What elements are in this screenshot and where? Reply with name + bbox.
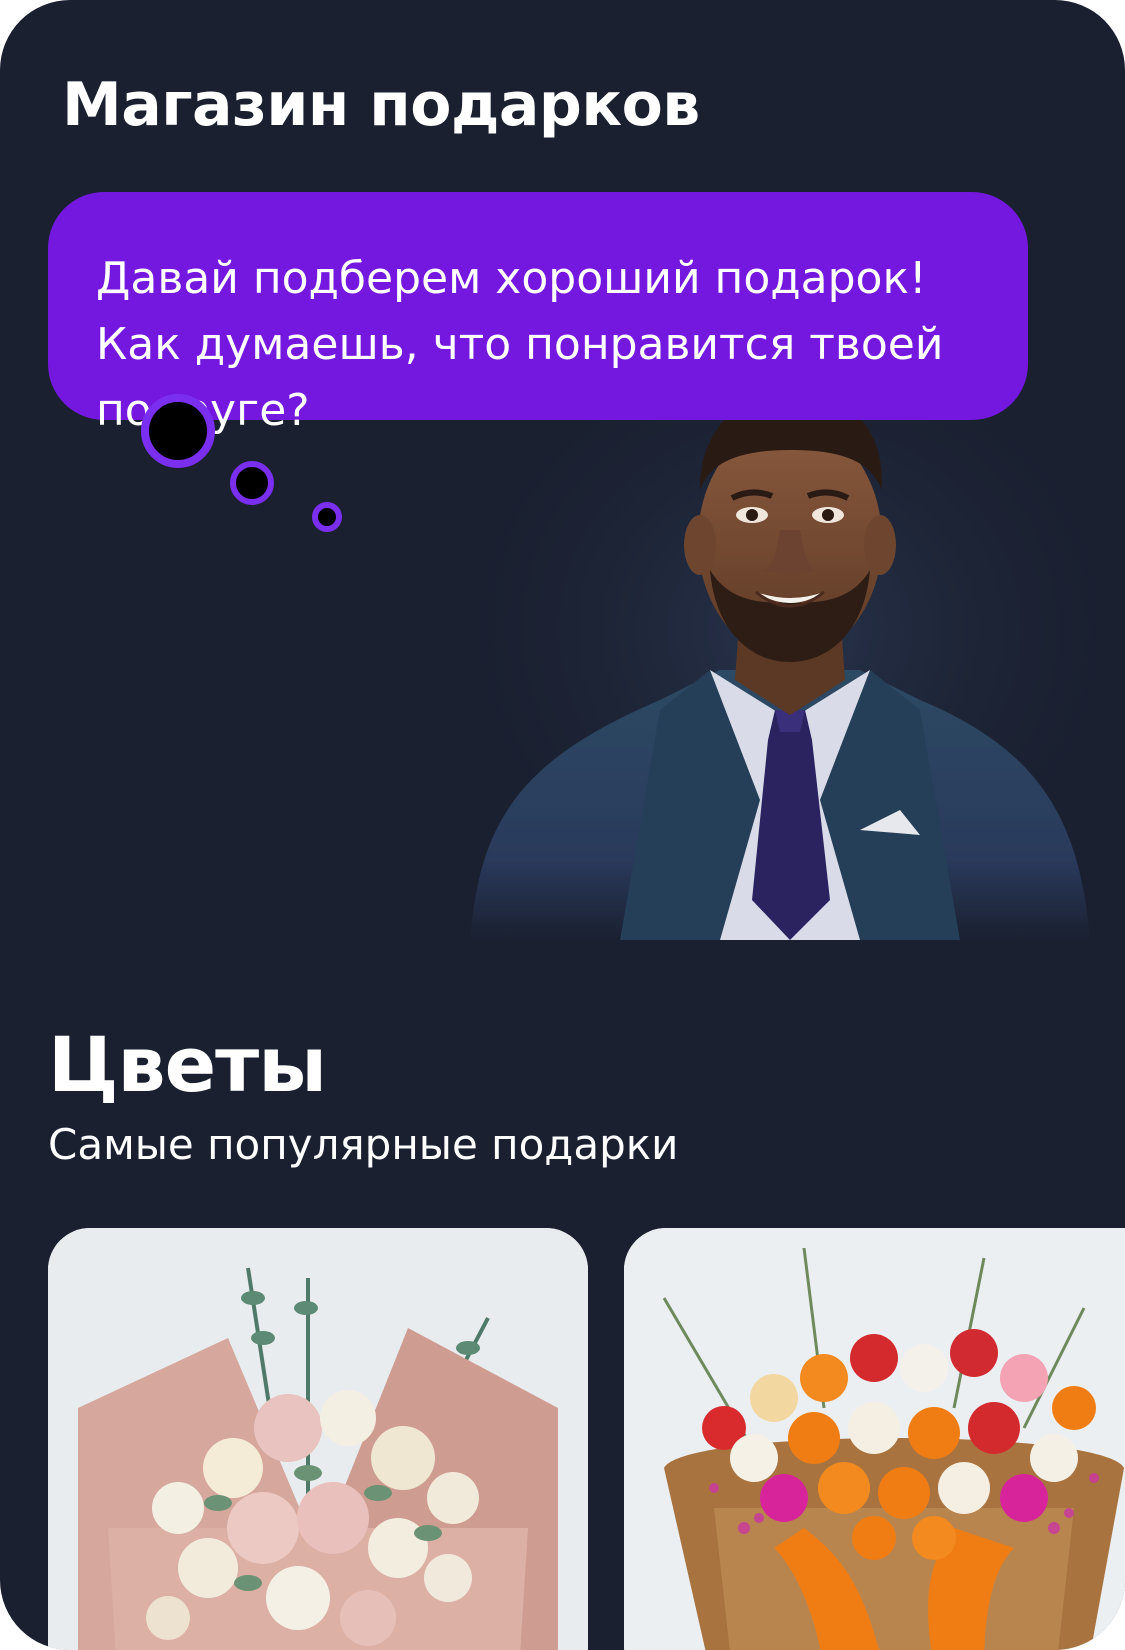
section-subtitle: Самые популярные подарки <box>48 1120 679 1169</box>
product-card[interactable] <box>624 1228 1125 1650</box>
thought-dot-small <box>312 502 342 532</box>
section-title: Цветы <box>48 1020 327 1109</box>
page-title: Магазин подарков <box>62 70 700 140</box>
gift-shop-screen: Магазин подарков Давай подберем хороший … <box>0 0 1125 1650</box>
thought-dot-medium <box>230 461 274 505</box>
assistant-message: Давай подберем хороший подарок! Как дума… <box>96 253 944 436</box>
bouquet-pink-image <box>48 1228 588 1650</box>
product-card[interactable] <box>48 1228 588 1650</box>
thought-dot-large <box>141 394 215 468</box>
bouquet-orange-image <box>624 1228 1125 1650</box>
assistant-speech-bubble: Давай подберем хороший подарок! Как дума… <box>48 192 1028 436</box>
assistant-avatar <box>460 380 1100 960</box>
